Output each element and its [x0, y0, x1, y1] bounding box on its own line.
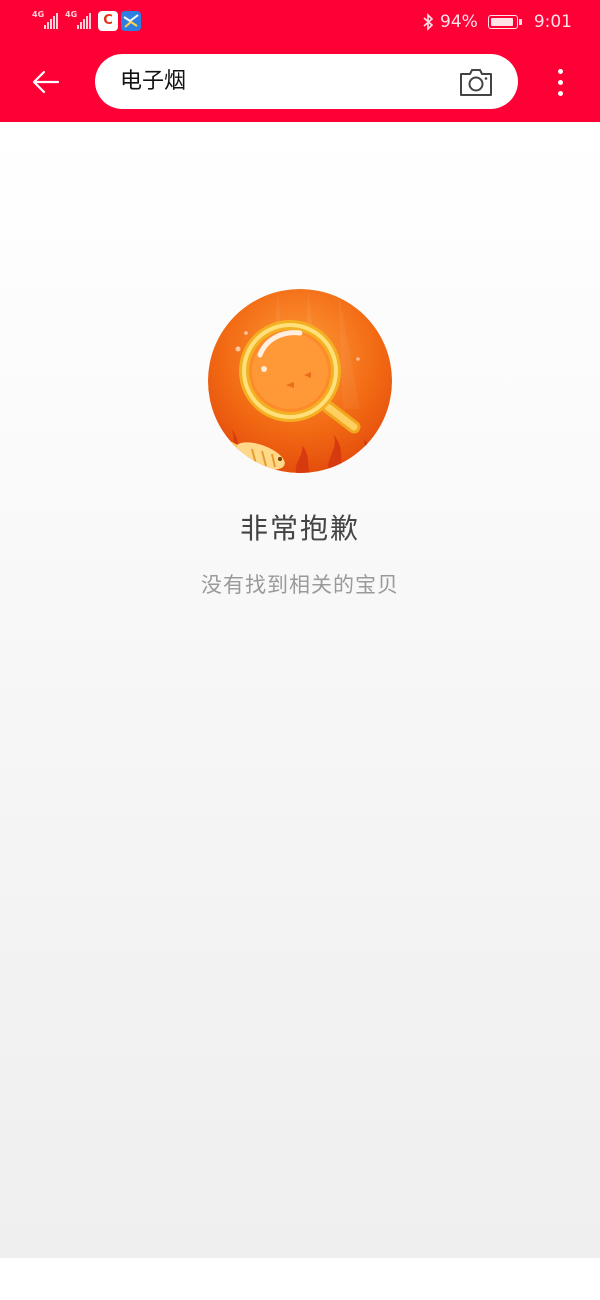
- search-input[interactable]: 电子烟: [95, 54, 518, 109]
- bluetooth-icon: [423, 13, 434, 31]
- empty-state-subtitle: 没有找到相关的宝贝: [201, 573, 399, 597]
- search-query-text[interactable]: 电子烟: [120, 54, 186, 109]
- signal-sim1-icon: 4G: [32, 10, 58, 32]
- more-options-button[interactable]: [542, 62, 578, 102]
- more-vertical-icon: [557, 68, 563, 74]
- battery-percent: 94%: [440, 12, 478, 32]
- signal-sim2-icon: 4G: [65, 10, 91, 32]
- arrow-left-icon: [32, 70, 60, 94]
- battery-icon: [487, 15, 522, 29]
- empty-search-magnifier-icon: [208, 289, 392, 473]
- status-bar: 4G 4G C 94% 9:01: [0, 0, 600, 44]
- back-button[interactable]: [22, 62, 70, 102]
- app-notification-map-icon: [121, 11, 141, 31]
- camera-icon: [460, 69, 492, 96]
- app-notification-c-icon: C: [98, 11, 118, 31]
- search-results-area: 非常抱歉 没有找到相关的宝贝: [0, 122, 600, 1258]
- status-right: 94% 9:01: [422, 10, 572, 34]
- status-time: 9:01: [533, 12, 572, 32]
- camera-search-button[interactable]: [458, 66, 494, 98]
- bottom-area: [0, 1258, 600, 1300]
- app-header: 4G 4G C 94% 9:01 电子烟: [0, 0, 600, 122]
- empty-state-title: 非常抱歉: [239, 512, 360, 545]
